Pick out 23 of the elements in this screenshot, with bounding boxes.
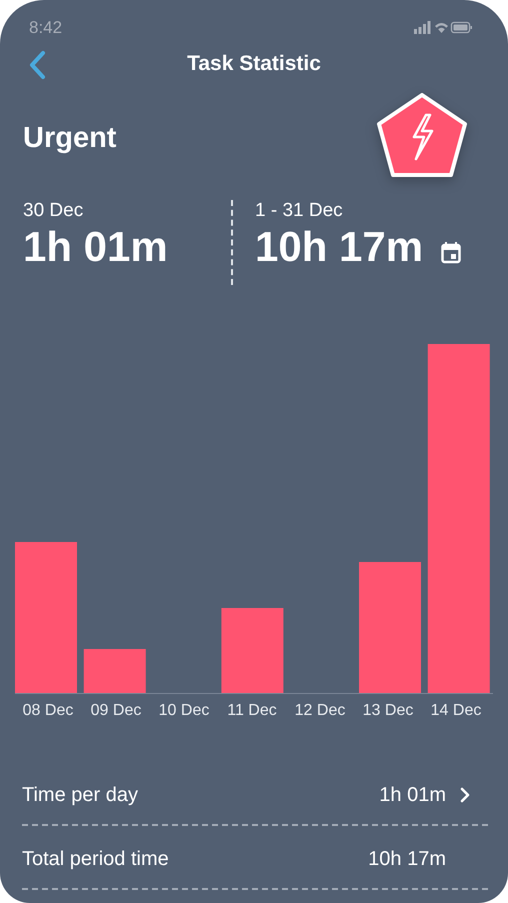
category-title: Urgent bbox=[23, 122, 116, 154]
day-label: 11 Dec bbox=[226, 702, 278, 720]
screen-title: Task Statistic bbox=[187, 52, 321, 76]
day-label: 14 Dec bbox=[430, 702, 482, 720]
summary-label: Total period time bbox=[22, 848, 170, 870]
status-time: 8:42 bbox=[29, 18, 62, 38]
status-icons bbox=[414, 21, 472, 35]
stat-duration: 10h 17m bbox=[255, 222, 424, 272]
day-label: 12 Dec bbox=[294, 702, 346, 720]
chevron-right-icon[interactable] bbox=[458, 787, 472, 803]
stat-duration: 1h 01m bbox=[23, 222, 168, 272]
stat-period: 1 - 31 Dec bbox=[255, 200, 344, 222]
calendar-icon[interactable] bbox=[441, 242, 462, 264]
stat-period: 30 Dec bbox=[23, 200, 84, 222]
day-label: 08 Dec bbox=[22, 702, 74, 720]
back-icon[interactable] bbox=[28, 50, 48, 80]
day-label: 10 Dec bbox=[158, 702, 210, 720]
summary-value: 1h 01m bbox=[379, 784, 446, 806]
chart-bar bbox=[84, 649, 146, 693]
day-label: 09 Dec bbox=[90, 702, 142, 720]
summary-value: 10h 17m bbox=[368, 848, 446, 870]
day-label: 13 Dec bbox=[362, 702, 414, 720]
summary-label: Time per day bbox=[22, 784, 139, 806]
